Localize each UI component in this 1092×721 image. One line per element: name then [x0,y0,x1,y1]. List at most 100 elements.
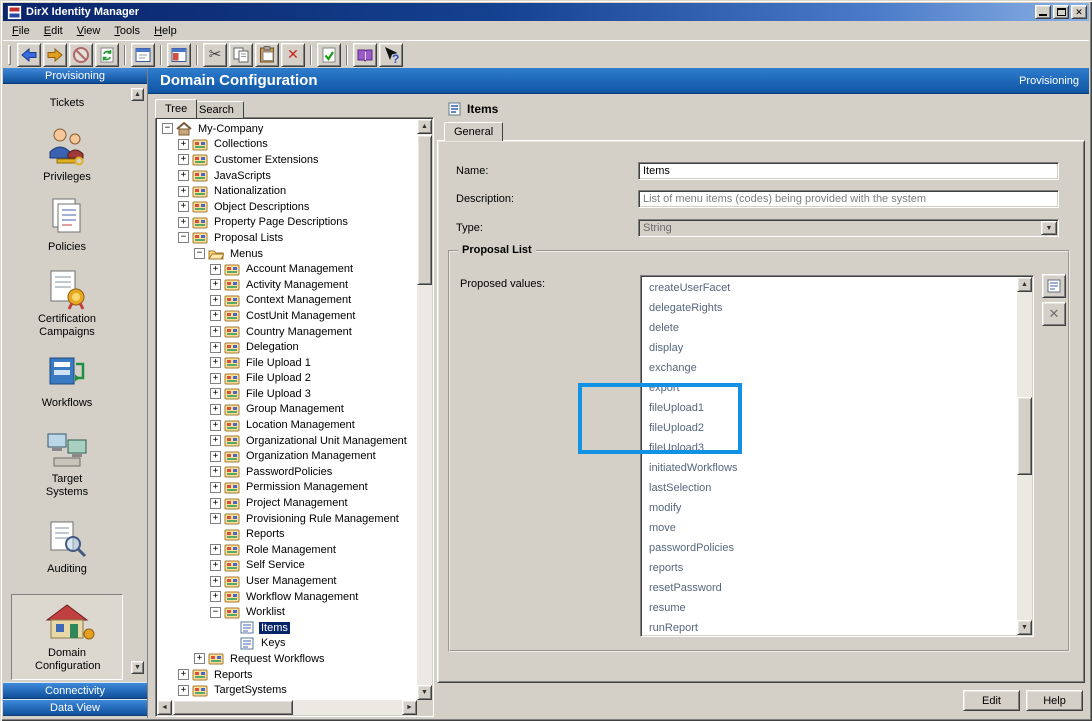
expand-plus-icon[interactable]: + [178,139,189,150]
name-input[interactable] [638,162,1059,180]
expand-plus-icon[interactable]: + [210,373,221,384]
type-combobox[interactable]: String ▼ [638,219,1059,237]
scroll-left-button[interactable]: ◄ [157,700,172,715]
scrollbar-thumb[interactable] [1017,397,1032,475]
expand-plus-icon[interactable]: + [178,170,189,181]
list-item-modify[interactable]: modify [642,498,1016,518]
edit-values-button[interactable] [1042,274,1066,298]
expand-plus-icon[interactable]: + [210,357,221,368]
menu-view[interactable]: View [70,23,108,39]
tree-item-nationalization[interactable]: +Nationalization [158,183,416,199]
tree-item-file-upload-1[interactable]: +File Upload 1 [158,355,416,371]
tree-item-account-management[interactable]: +Account Management [158,261,416,277]
menu-file[interactable]: File [5,23,37,39]
list-item-fileupload2[interactable]: fileUpload2 [642,418,1016,438]
expand-plus-icon[interactable]: + [210,310,221,321]
expand-plus-icon[interactable]: + [210,388,221,399]
menu-tools[interactable]: Tools [107,23,147,39]
description-input[interactable] [638,190,1059,208]
expand-plus-icon[interactable]: + [178,201,189,212]
toolbar-panel-button[interactable] [167,43,191,67]
expand-plus-icon[interactable]: + [178,685,189,696]
toolbar-cut-button[interactable]: ✂ [203,43,227,67]
sidebar-item-certification-campaigns[interactable]: Certification Campaigns [3,268,131,339]
tree-item-file-upload-2[interactable]: +File Upload 2 [158,371,416,387]
tree-item-customer-extensions[interactable]: +Customer Extensions [158,152,416,168]
toolbar-refresh-button[interactable] [95,43,119,67]
list-item-delete[interactable]: delete [642,318,1016,338]
expand-plus-icon[interactable]: + [210,326,221,337]
expand-plus-icon[interactable]: + [210,576,221,587]
tree-item-context-management[interactable]: +Context Management [158,293,416,309]
toolbar-paste-button[interactable] [255,43,279,67]
toolbar-grip[interactable] [8,45,11,65]
expand-plus-icon[interactable]: + [178,669,189,680]
menu-help[interactable]: Help [147,23,184,39]
sidebar-item-workflows[interactable]: Workflows [3,352,131,410]
sidebar-item-target-systems[interactable]: Target Systems [3,428,131,499]
list-item-lastselection[interactable]: lastSelection [642,478,1016,498]
scrollbar-thumb[interactable] [173,700,293,715]
sidebar-band-connectivity[interactable]: Connectivity [3,682,147,699]
list-item-resetpassword[interactable]: resetPassword [642,578,1016,598]
list-item-passwordpolicies[interactable]: passwordPolicies [642,538,1016,558]
list-item-export[interactable]: export [642,378,1016,398]
tree-item-my-company[interactable]: −My-Company [158,121,416,137]
proposed-values-listbox[interactable]: createUserFacetdelegateRightsdeletedispl… [640,275,1034,637]
tree-item-organization-management[interactable]: +Organization Management [158,448,416,464]
tree-item-self-service[interactable]: +Self Service [158,558,416,574]
tree-item-organizational-unit-management[interactable]: +Organizational Unit Management [158,433,416,449]
tree-item-activity-management[interactable]: +Activity Management [158,277,416,293]
expand-plus-icon[interactable]: + [210,544,221,555]
scroll-up-button[interactable]: ▲ [1017,277,1032,292]
tree-item-javascripts[interactable]: +JavaScripts [158,168,416,184]
tree-item-request-workflows[interactable]: +Request Workflows [158,651,416,667]
expand-plus-icon[interactable]: + [210,279,221,290]
tree-item-country-management[interactable]: +Country Management [158,324,416,340]
tree-item-permission-management[interactable]: +Permission Management [158,480,416,496]
list-item-initiatedworkflows[interactable]: initiatedWorkflows [642,458,1016,478]
list-item-fileupload1[interactable]: fileUpload1 [642,398,1016,418]
tree-item-menus[interactable]: −Menus [158,246,416,262]
collapse-minus-icon[interactable]: − [178,232,189,243]
expand-plus-icon[interactable]: + [210,466,221,477]
sidebar-item-policies[interactable]: Policies [3,196,131,254]
tree-item-property-page-descriptions[interactable]: +Property Page Descriptions [158,215,416,231]
sidebar-item-auditing[interactable]: Auditing [3,518,131,576]
tree-item-group-management[interactable]: +Group Management [158,402,416,418]
help-button[interactable]: Help [1026,690,1083,711]
tree-item-keys[interactable]: Keys [158,636,416,652]
expand-plus-icon[interactable]: + [178,217,189,228]
tree-item-costunit-management[interactable]: +CostUnit Management [158,308,416,324]
list-item-createuserfacet[interactable]: createUserFacet [642,278,1016,298]
list-item-delegaterights[interactable]: delegateRights [642,298,1016,318]
expand-plus-icon[interactable]: + [210,342,221,353]
tree-item-delegation[interactable]: +Delegation [158,339,416,355]
expand-plus-icon[interactable]: + [210,420,221,431]
collapse-minus-icon[interactable]: − [194,248,205,259]
toolbar-copy-button[interactable] [229,43,253,67]
tree-item-object-descriptions[interactable]: +Object Descriptions [158,199,416,215]
tree-item-provisioning-rule-management[interactable]: +Provisioning Rule Management [158,511,416,527]
expand-plus-icon[interactable]: + [210,435,221,446]
expand-plus-icon[interactable]: + [178,154,189,165]
toolbar-validate-button[interactable] [317,43,341,67]
listbox-scrollbar[interactable]: ▲ ▼ [1017,277,1032,635]
expand-plus-icon[interactable]: + [178,186,189,197]
minimize-button[interactable] [1035,5,1051,19]
list-item-fileupload3[interactable]: fileUpload3 [642,438,1016,458]
tree-item-role-management[interactable]: +Role Management [158,542,416,558]
tree-item-project-management[interactable]: +Project Management [158,495,416,511]
tree-item-worklist[interactable]: −Worklist [158,604,416,620]
list-item-display[interactable]: display [642,338,1016,358]
expand-plus-icon[interactable]: + [210,482,221,493]
scroll-down-button[interactable]: ▼ [1017,620,1032,635]
sidebar-item-domain-configuration[interactable]: Domain Configuration [11,594,123,680]
tree-horizontal-scrollbar[interactable]: ◄ ► [157,700,417,715]
close-button[interactable]: ✕ [1071,5,1087,19]
sidebar-band-data-view[interactable]: Data View [3,699,147,716]
toolbar-back-button[interactable] [17,43,41,67]
expand-plus-icon[interactable]: + [210,295,221,306]
combo-dropdown-button[interactable]: ▼ [1041,221,1057,235]
expand-plus-icon[interactable]: + [210,591,221,602]
